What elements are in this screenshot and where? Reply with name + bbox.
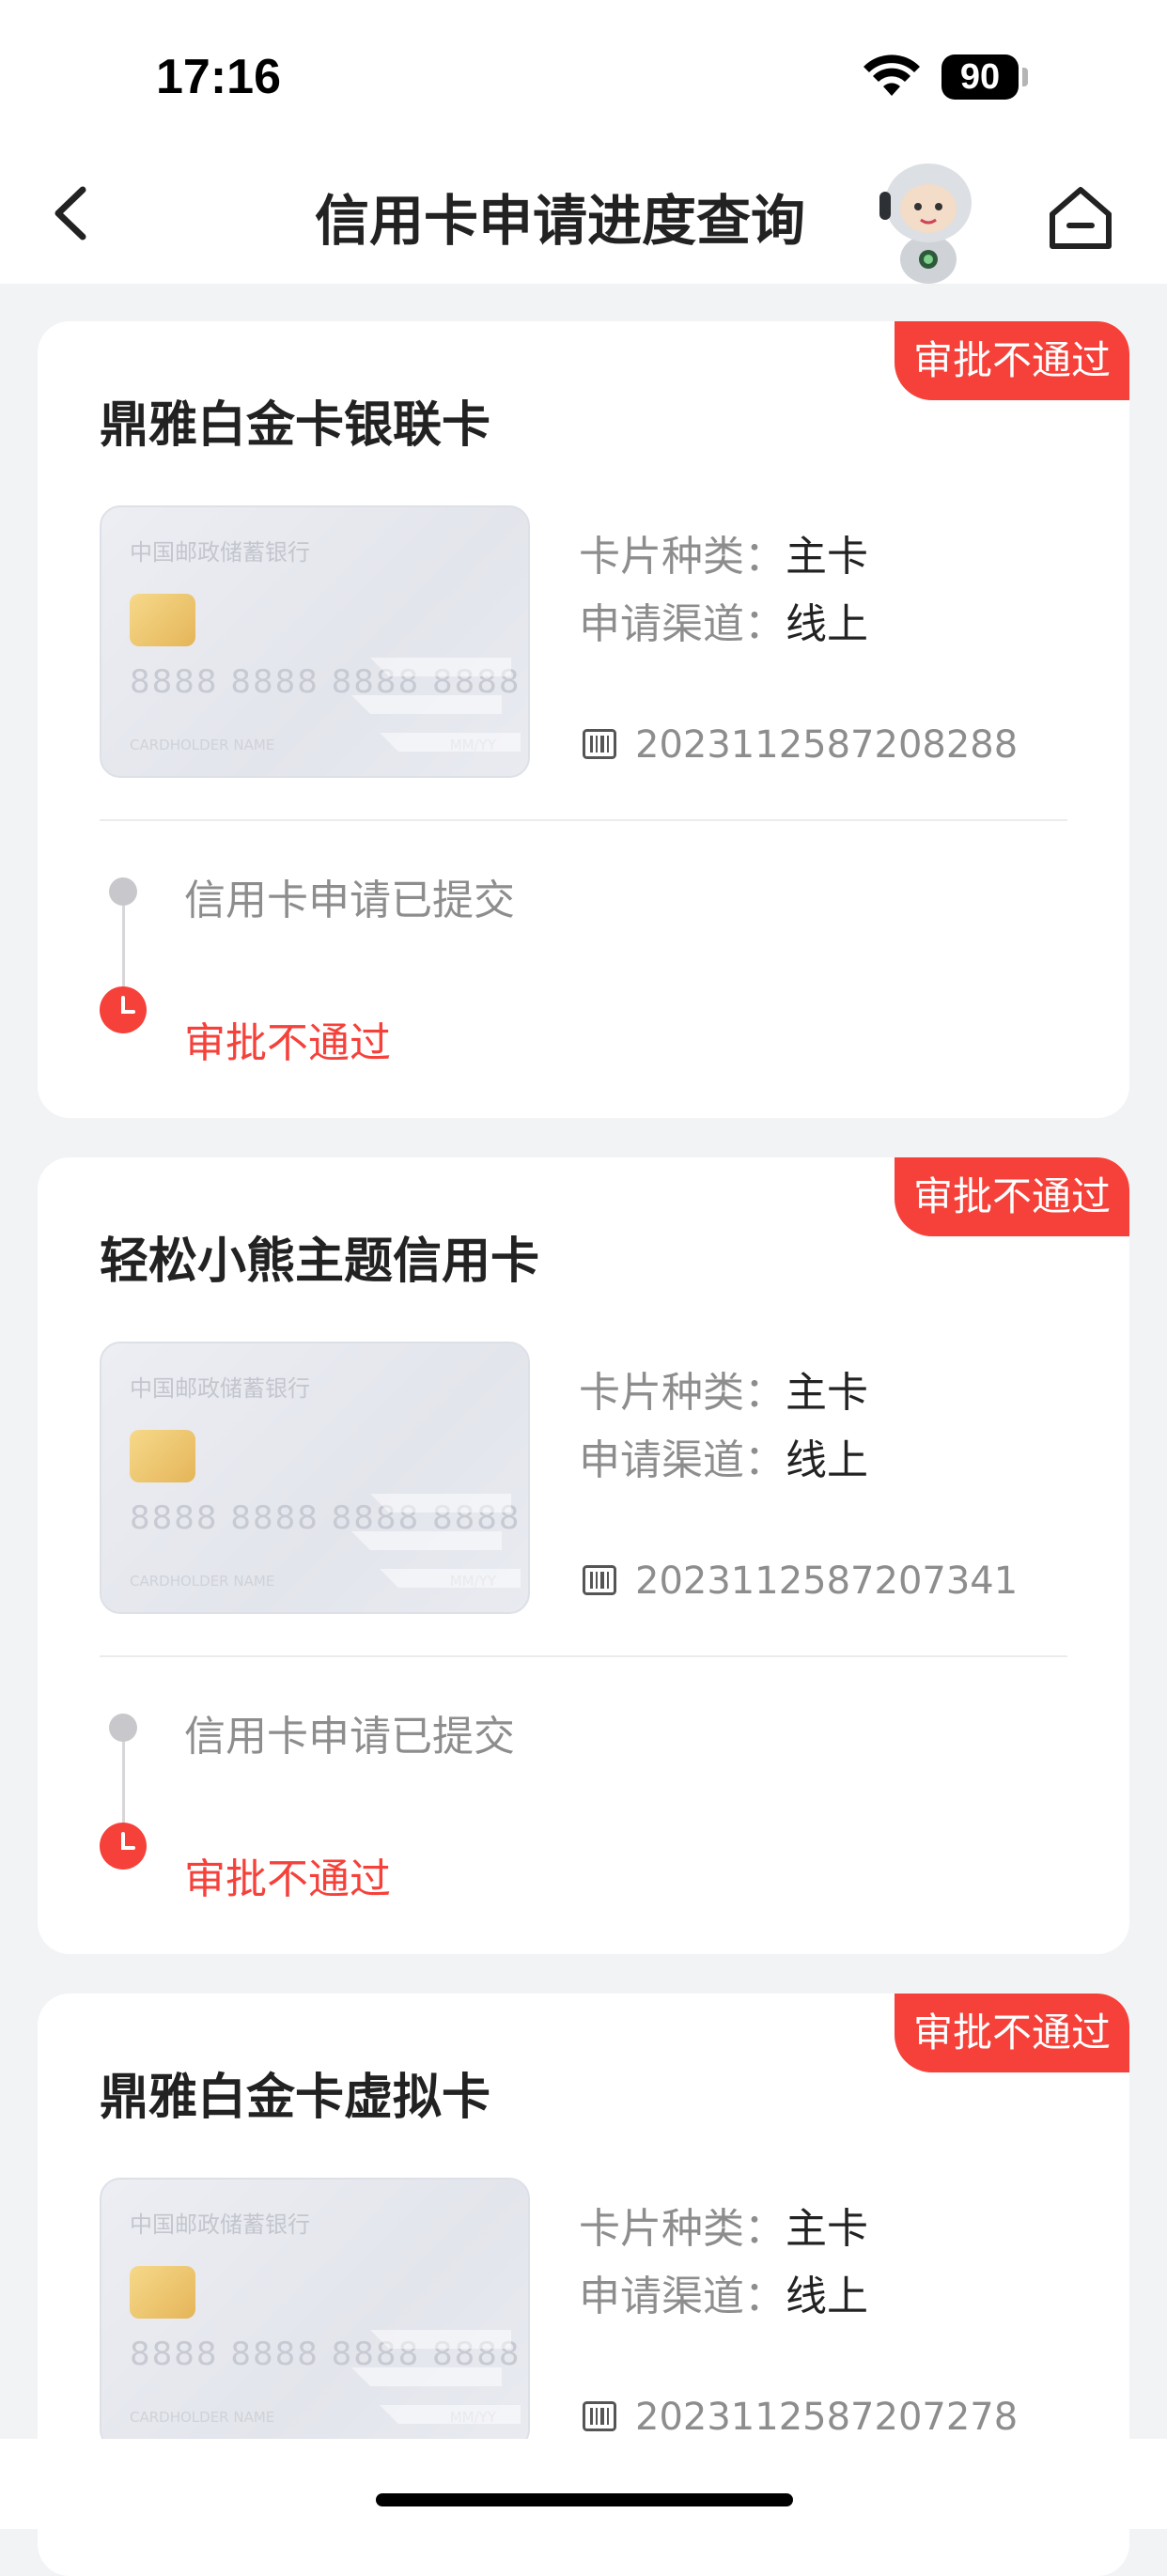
card-product-name: 鼎雅白金卡虚拟卡 [100,2070,491,2126]
card-product-name: 轻松小熊主题信用卡 [100,1234,540,1290]
application-number: 2023112587208288 [635,723,1019,767]
chip-icon [130,2266,195,2319]
timeline-step-submitted: 信用卡申请已提交 [184,877,515,924]
card-holder-text: CARDHOLDER NAME [130,2409,275,2426]
card-type-row: 卡片种类：主卡 [579,2195,868,2255]
clock-icon [100,986,147,1033]
card-type-label: 卡片种类： [579,533,786,581]
home-icon[interactable] [1045,182,1116,254]
card-type-label: 卡片种类： [579,2205,786,2253]
application-number: 2023112587207341 [635,1560,1019,1603]
card-bank-name: 中国邮政储蓄银行 [130,2211,310,2238]
card-type-value: 主卡 [786,533,868,581]
timeline-step-submitted: 信用卡申请已提交 [184,1713,515,1761]
card-type-value: 主卡 [786,1369,868,1417]
nav-bar: 信用卡申请进度查询 [0,141,1167,284]
clock-icon [100,1823,147,1870]
card-holder-text: CARDHOLDER NAME [130,1573,275,1590]
barcode-icon [583,729,616,759]
channel-row: 申请渠道：线上 [579,2262,868,2322]
card-image: 中国邮政储蓄银行 8888 8888 8888 8888 CARDHOLDER … [100,1342,530,1614]
channel-row: 申请渠道：线上 [579,590,868,650]
divider [100,1655,1067,1657]
card-image: 中国邮政储蓄银行 8888 8888 8888 8888 CARDHOLDER … [100,2178,530,2450]
channel-label: 申请渠道： [579,2273,786,2320]
timeline-step-result: 审批不通过 [184,1019,391,1067]
battery-tip [1022,68,1028,86]
channel-value: 线上 [786,1436,868,1484]
status-badge: 审批不通过 [894,321,1129,400]
chip-icon [130,594,195,646]
card-type-value: 主卡 [786,2205,868,2253]
application-number: 2023112587207278 [635,2396,1019,2439]
page-title: 信用卡申请进度查询 [314,189,805,253]
status-badge: 审批不通过 [894,1157,1129,1236]
status-bar: 17:16 90 [0,0,1167,141]
channel-label: 申请渠道： [579,600,786,648]
barcode-icon [583,2401,616,2431]
postal-emblem-icon [351,2330,521,2424]
card-holder-text: CARDHOLDER NAME [130,737,275,753]
battery-indicator: 90 [941,54,1019,100]
card-image: 中国邮政储蓄银行 8888 8888 8888 8888 CARDHOLDER … [100,505,530,778]
card-type-label: 卡片种类： [579,1369,786,1417]
application-card[interactable]: 审批不通过 鼎雅白金卡银联卡 中国邮政储蓄银行 8888 8888 8888 8… [38,321,1129,1118]
robot-mascot-icon[interactable] [874,154,983,286]
timeline-dot [109,1714,137,1742]
card-type-row: 卡片种类：主卡 [579,522,868,582]
card-bank-name: 中国邮政储蓄银行 [130,539,310,566]
card-bank-name: 中国邮政储蓄银行 [130,1375,310,1402]
divider [100,819,1067,821]
timeline-line [122,1742,125,1823]
wifi-icon [864,54,920,96]
home-indicator[interactable] [376,2493,793,2506]
chip-icon [130,1430,195,1482]
channel-value: 线上 [786,2273,868,2320]
timeline-step-result: 审批不通过 [184,1855,391,1903]
status-badge: 审批不通过 [894,1994,1129,2072]
channel-row: 申请渠道：线上 [579,1426,868,1486]
timeline-dot [109,877,137,906]
home-indicator-area [0,2439,1167,2529]
timeline-line [122,906,125,986]
channel-label: 申请渠道： [579,1436,786,1484]
channel-value: 线上 [786,600,868,648]
postal-emblem-icon [351,1494,521,1588]
status-time: 17:16 [156,50,281,104]
application-card[interactable]: 审批不通过 轻松小熊主题信用卡 中国邮政储蓄银行 8888 8888 8888 … [38,1157,1129,1954]
card-type-row: 卡片种类：主卡 [579,1358,868,1419]
postal-emblem-icon [351,658,521,752]
barcode-icon [583,1565,616,1595]
card-product-name: 鼎雅白金卡银联卡 [100,397,491,454]
